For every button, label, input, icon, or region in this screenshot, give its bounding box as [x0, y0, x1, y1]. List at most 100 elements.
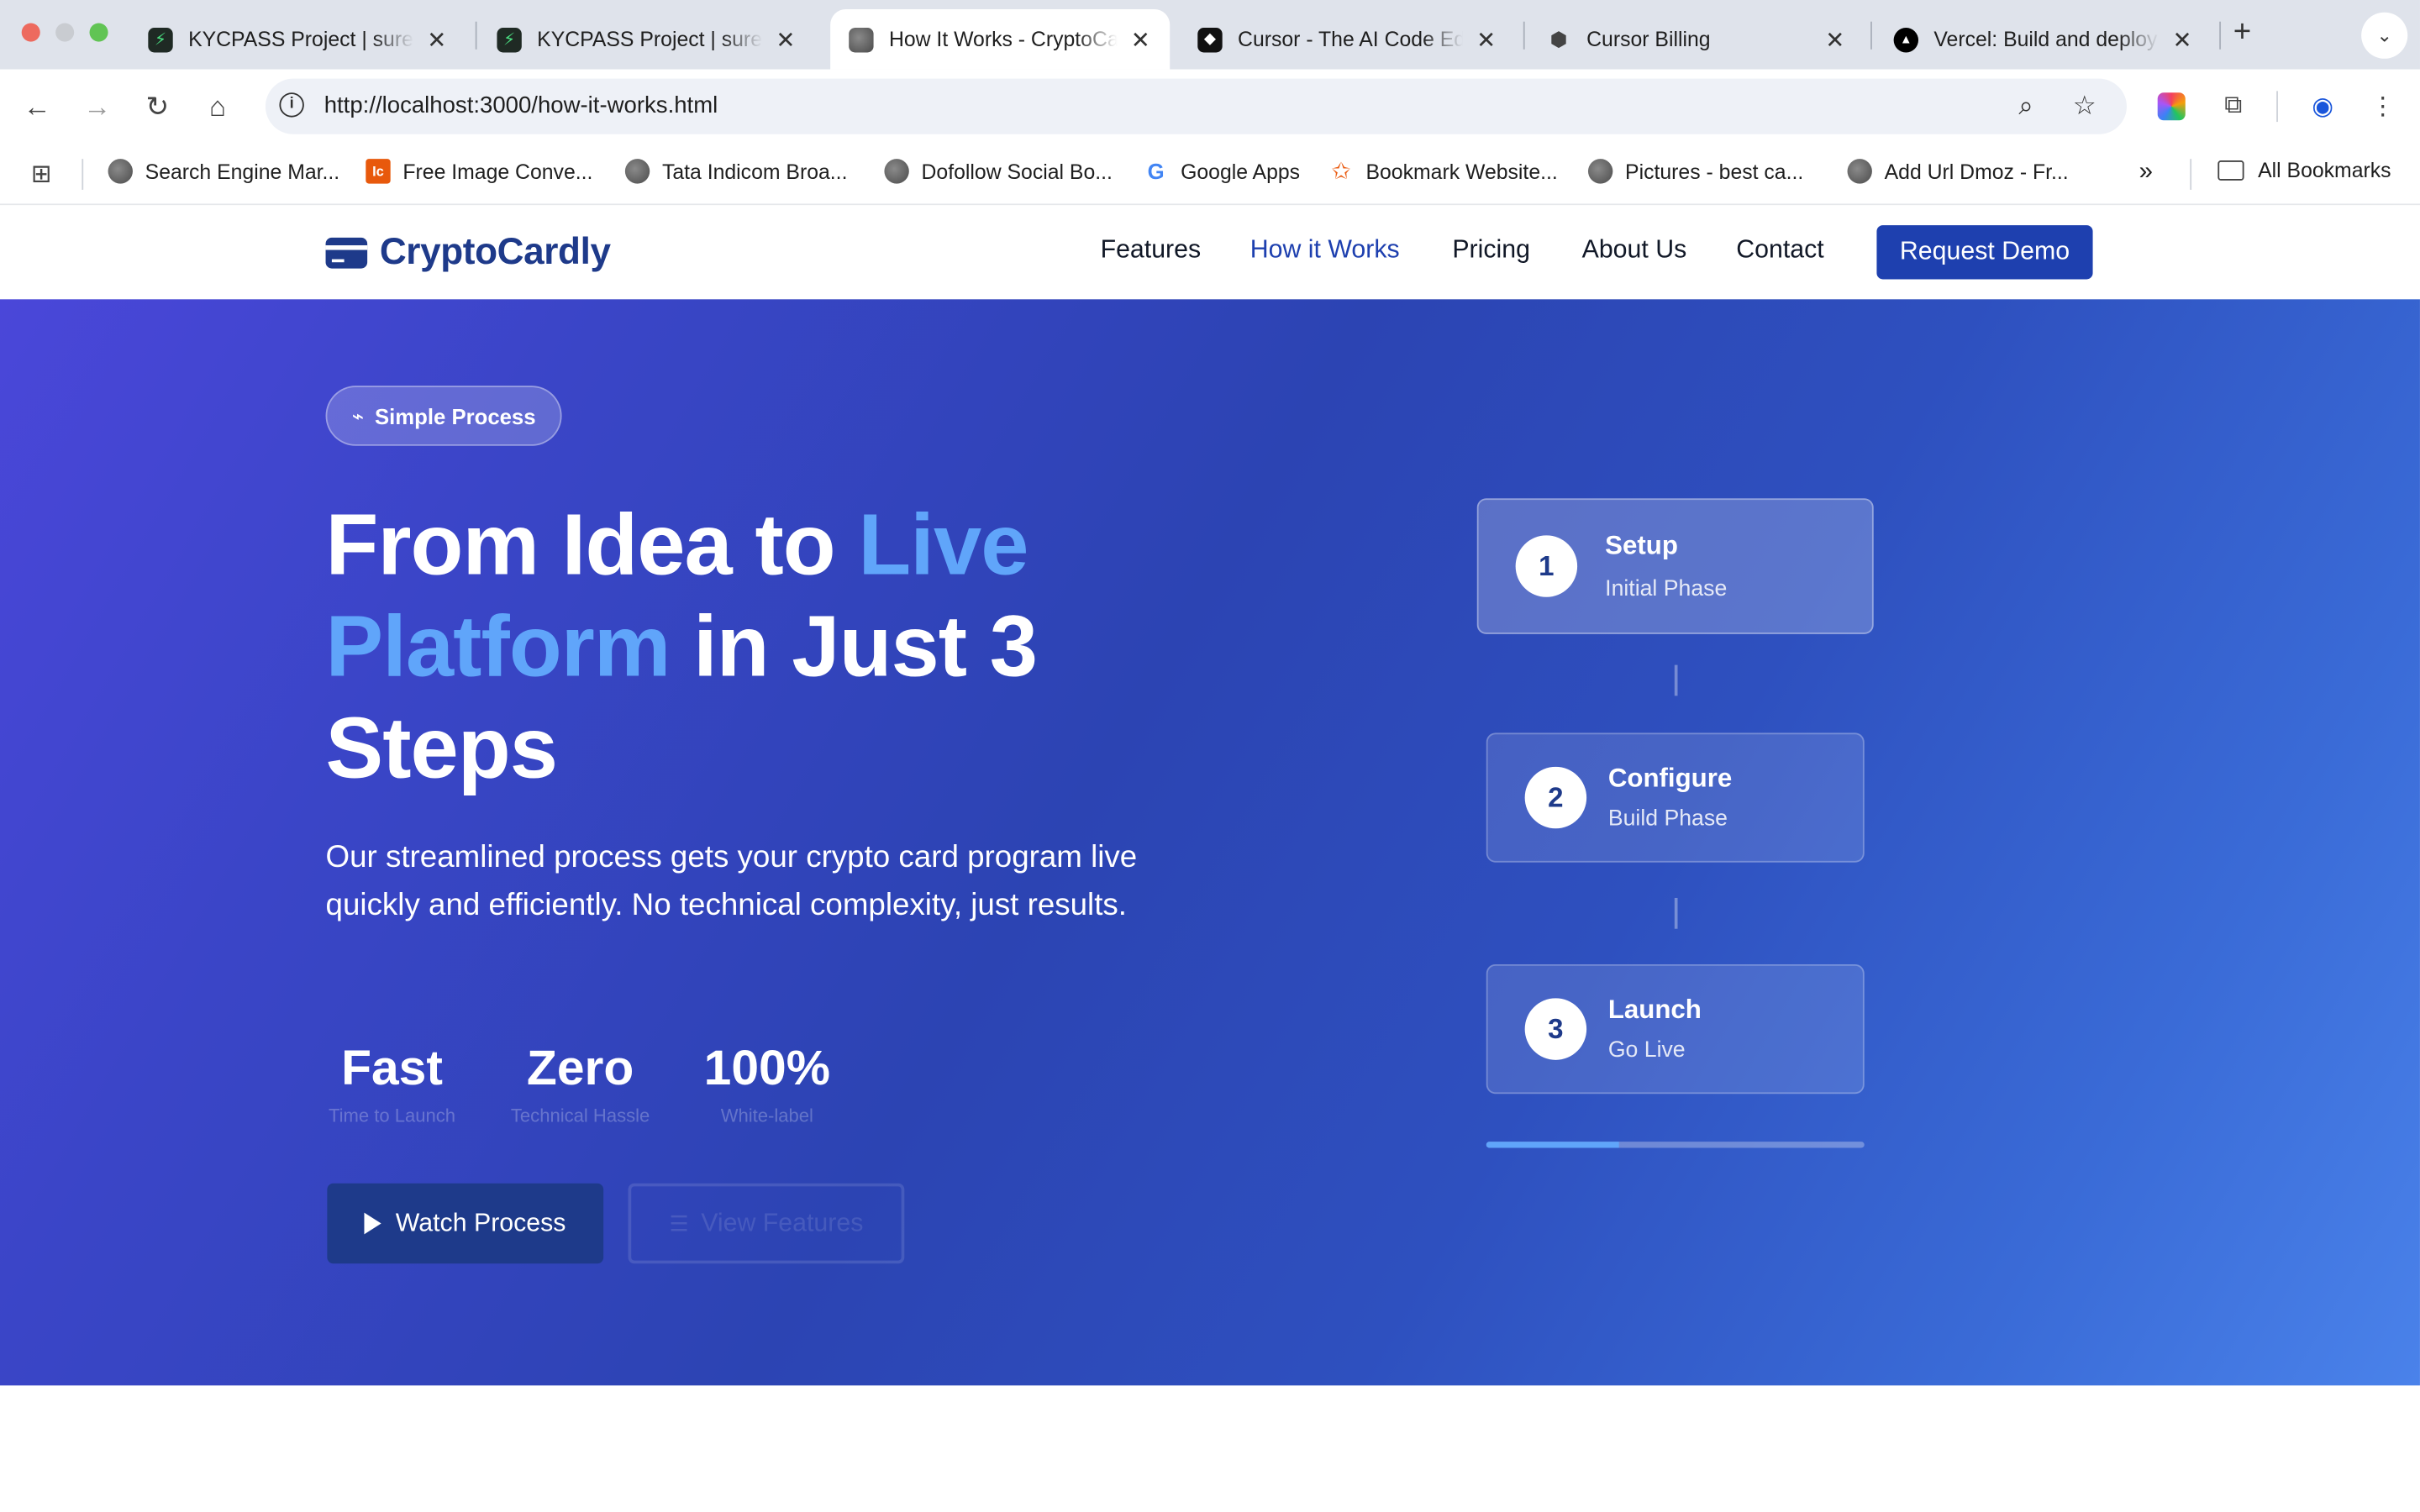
- step-card-configure[interactable]: 2 Configure Build Phase: [1486, 732, 1865, 863]
- more-menu-icon[interactable]: ⋮: [2366, 90, 2400, 123]
- view-features-button[interactable]: ☰ View Features: [628, 1183, 905, 1264]
- bookmark-item[interactable]: Tata Indicom Broa...: [624, 159, 848, 184]
- bookmarks-overflow-button[interactable]: »: [2139, 159, 2153, 186]
- step-connector: [1674, 664, 1678, 696]
- play-icon: [365, 1212, 382, 1235]
- browser-tab[interactable]: ⚡ KYCPASS Project | suresh ✕: [129, 9, 466, 70]
- nav-link-about-us[interactable]: About Us: [1582, 236, 1687, 265]
- arrow-left-icon: ←: [23, 90, 51, 122]
- step-number: 3: [1524, 998, 1587, 1060]
- browser-tab[interactable]: ◆ Cursor - The AI Code Editor ✕: [1179, 9, 1515, 70]
- bookmark-item[interactable]: Ic Free Image Conve...: [366, 159, 593, 184]
- reload-icon: ↻: [145, 90, 170, 122]
- step-title: Setup: [1605, 530, 1678, 560]
- minimize-window-button[interactable]: [55, 23, 75, 42]
- step-card-launch[interactable]: 3 Launch Go Live: [1486, 963, 1865, 1095]
- bookmark-label: Search Engine Mar...: [145, 160, 340, 183]
- close-icon[interactable]: ✕: [1824, 25, 1846, 53]
- bookmark-label: Google Apps: [1181, 160, 1301, 183]
- google-icon: G: [1147, 159, 1165, 184]
- close-icon[interactable]: ✕: [426, 25, 448, 53]
- watch-process-button[interactable]: Watch Process: [327, 1183, 604, 1264]
- reload-button[interactable]: ↻: [139, 88, 176, 125]
- globe-icon: [1587, 159, 1613, 184]
- close-icon[interactable]: ✕: [2171, 25, 2193, 53]
- stat-value: 100%: [703, 1039, 831, 1096]
- step-subtitle: Go Live: [1607, 1038, 1686, 1063]
- step-title: Configure: [1607, 764, 1733, 794]
- address-bar[interactable]: i http://localhost:3000/how-it-works.htm…: [265, 78, 2127, 134]
- new-tab-button[interactable]: +: [2233, 15, 2251, 50]
- tab-divider: [1870, 21, 1872, 50]
- tab-search-button[interactable]: ⌄: [2361, 12, 2408, 59]
- browser-tab-active[interactable]: How It Works - CryptoCardly ✕: [830, 9, 1171, 70]
- tab-title: Vercel: Build and deploy: [1933, 28, 2158, 51]
- badge-label: Simple Process: [375, 403, 536, 428]
- stat-label: Time to Launch: [328, 1105, 456, 1126]
- browser-tab[interactable]: ⚡ KYCPASS Project | suresh ✕: [478, 9, 814, 70]
- bookmarks-divider: [82, 159, 84, 190]
- bookmark-label: Pictures - best ca...: [1625, 160, 1804, 183]
- bookmark-label: Free Image Conve...: [402, 160, 593, 183]
- credit-card-icon: [325, 237, 368, 269]
- step-connector: [1674, 897, 1678, 929]
- ic-icon: Ic: [366, 159, 391, 184]
- process-progress-bar: [1486, 1142, 1865, 1148]
- stat-label: Technical Hassle: [510, 1105, 650, 1126]
- hero-headline: From Idea to Live Platform in Just 3 Ste…: [326, 494, 1191, 800]
- step-number: 2: [1524, 766, 1587, 829]
- url-text[interactable]: http://localhost:3000/how-it-works.html: [324, 92, 718, 118]
- arrow-right-icon: →: [83, 90, 112, 122]
- tab-divider: [2219, 21, 2222, 50]
- home-button[interactable]: ⌂: [199, 88, 236, 125]
- browser-tab[interactable]: ▲ Vercel: Build and deploy ✕: [1876, 9, 2212, 70]
- browser-tab-strip: ⚡ KYCPASS Project | suresh ✕ ⚡ KYCPASS P…: [0, 0, 2420, 70]
- back-button[interactable]: ←: [18, 88, 55, 125]
- close-icon[interactable]: ✕: [1476, 25, 1497, 53]
- tab-title: How It Works - CryptoCardly: [888, 28, 1118, 51]
- home-icon: ⌂: [208, 90, 226, 122]
- button-label: View Features: [701, 1209, 864, 1237]
- bookmark-item[interactable]: Pictures - best ca...: [1587, 159, 1804, 184]
- request-demo-button[interactable]: Request Demo: [1876, 225, 2093, 280]
- step-subtitle: Build Phase: [1607, 806, 1728, 832]
- stat-time-to-launch: Fast Time to Launch: [326, 1037, 459, 1126]
- site-header: CryptoCardly Features How it Works Prici…: [0, 205, 2420, 300]
- bookmark-star-icon[interactable]: ☆: [2073, 91, 2096, 122]
- close-window-button[interactable]: [21, 23, 40, 42]
- close-icon[interactable]: ✕: [1129, 25, 1151, 53]
- forward-button[interactable]: →: [79, 88, 116, 125]
- zoom-icon[interactable]: ⌕: [2018, 91, 2033, 122]
- color-extension-icon[interactable]: [2154, 90, 2188, 123]
- bolt-icon: ⚡: [148, 27, 173, 52]
- bookmark-item[interactable]: Add Url Dmoz - Fr...: [1847, 159, 2069, 184]
- progress-fill: [1486, 1142, 1619, 1148]
- folder-icon: [2217, 160, 2244, 181]
- step-number: 1: [1515, 535, 1578, 597]
- bookmark-item[interactable]: Search Engine Mar...: [108, 159, 340, 184]
- nav-link-pricing[interactable]: Pricing: [1452, 236, 1530, 265]
- extensions-puzzle-icon[interactable]: ⧉: [2217, 90, 2250, 123]
- bookmarks-divider: [2190, 159, 2192, 190]
- step-card-setup[interactable]: 1 Setup Initial Phase: [1476, 498, 1874, 634]
- tab-title: Cursor Billing: [1586, 28, 1711, 51]
- browser-toolbar: ← → ↻ ⌂ i http://localhost:3000/how-it-w…: [0, 69, 2420, 144]
- nav-link-how-it-works[interactable]: How it Works: [1250, 236, 1400, 265]
- nav-link-contact[interactable]: Contact: [1736, 236, 1823, 265]
- bookmark-item[interactable]: G Google Apps: [1144, 159, 1300, 183]
- bookmark-item[interactable]: ✩ Bookmark Website...: [1328, 159, 1558, 185]
- bookmark-item[interactable]: Dofollow Social Bo...: [884, 159, 1113, 184]
- site-info-icon[interactable]: i: [279, 92, 304, 118]
- stat-value: Zero: [526, 1039, 634, 1096]
- profile-avatar-icon[interactable]: ◉: [2306, 90, 2339, 123]
- step-title: Launch: [1607, 995, 1702, 1025]
- browser-tab[interactable]: ⬢ Cursor Billing ✕: [1528, 9, 1864, 70]
- maximize-window-button[interactable]: [89, 23, 108, 42]
- all-bookmarks-button[interactable]: All Bookmarks: [2217, 159, 2391, 182]
- nav-link-features[interactable]: Features: [1101, 236, 1202, 265]
- grid-icon: ⊞: [30, 161, 52, 189]
- close-icon[interactable]: ✕: [775, 25, 797, 53]
- apps-grid-icon[interactable]: ⊞: [31, 159, 52, 190]
- brand-logo[interactable]: CryptoCardly: [325, 232, 611, 275]
- bookmark-label: Tata Indicom Broa...: [661, 160, 848, 183]
